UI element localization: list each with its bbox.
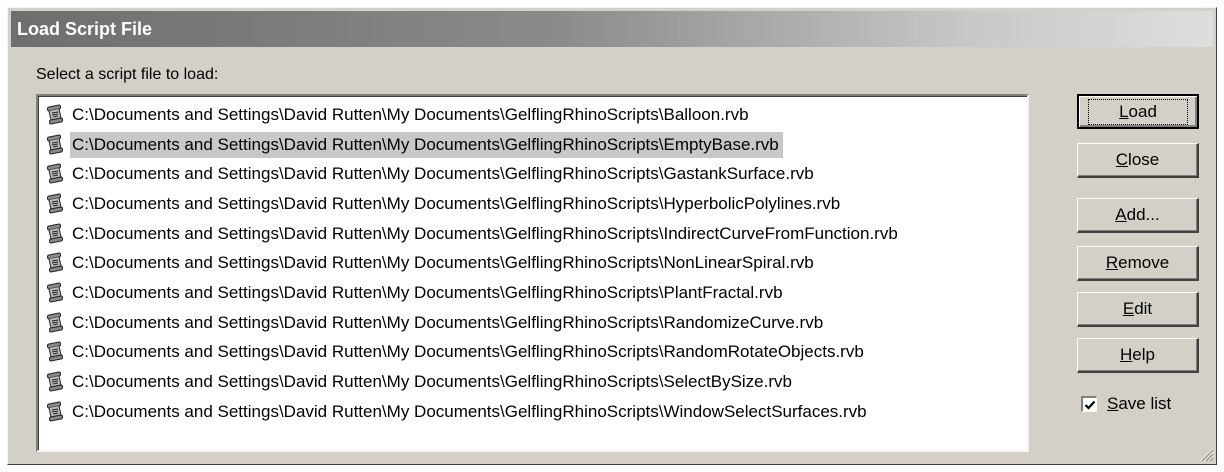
load-script-dialog: Load Script File Select a script file to… <box>7 7 1217 465</box>
list-item[interactable]: C:\Documents and Settings\David Rutten\M… <box>39 219 1027 249</box>
script-scroll-icon <box>45 401 65 423</box>
edit-mnemonic: E <box>1122 299 1135 318</box>
list-item-label: C:\Documents and Settings\David Rutten\M… <box>70 131 783 158</box>
list-item[interactable]: C:\Documents and Settings\David Rutten\M… <box>39 130 1027 160</box>
save-list-label-rest: ave list <box>1118 394 1172 413</box>
remove-label-rest: emove <box>1118 253 1170 272</box>
list-item[interactable]: C:\Documents and Settings\David Rutten\M… <box>39 338 1027 368</box>
remove-button[interactable]: Remove <box>1077 246 1199 281</box>
list-item[interactable]: C:\Documents and Settings\David Rutten\M… <box>39 367 1027 397</box>
list-item-label: C:\Documents and Settings\David Rutten\M… <box>72 223 898 243</box>
script-scroll-icon <box>45 312 65 334</box>
list-item-label: C:\Documents and Settings\David Rutten\M… <box>72 342 864 362</box>
script-scroll-icon <box>45 371 65 393</box>
help-button[interactable]: Help <box>1077 338 1199 373</box>
close-label-rest: lose <box>1128 150 1160 169</box>
dialog-title: Load Script File <box>11 11 1213 47</box>
list-item[interactable]: C:\Documents and Settings\David Rutten\M… <box>39 308 1027 338</box>
script-file-list[interactable]: C:\Documents and Settings\David Rutten\M… <box>36 94 1029 452</box>
load-mnemonic: L <box>1119 101 1129 121</box>
script-scroll-icon <box>45 163 65 185</box>
list-item-label: C:\Documents and Settings\David Rutten\M… <box>72 164 814 184</box>
list-item[interactable]: C:\Documents and Settings\David Rutten\M… <box>39 278 1027 308</box>
edit-button[interactable]: Edit <box>1077 292 1199 327</box>
save-list-checkbox-box[interactable] <box>1081 396 1097 412</box>
edit-label-rest: dit <box>1134 299 1153 318</box>
add-label-rest: dd... <box>1126 205 1160 224</box>
list-item[interactable]: C:\Documents and Settings\David Rutten\M… <box>39 248 1027 278</box>
script-scroll-icon <box>45 341 65 363</box>
list-item-label: C:\Documents and Settings\David Rutten\M… <box>72 282 783 302</box>
close-button[interactable]: Close <box>1077 143 1199 178</box>
load-label-rest: oad <box>1128 101 1157 121</box>
list-item-label: C:\Documents and Settings\David Rutten\M… <box>72 193 841 213</box>
prompt-label: Select a script file to load: <box>36 66 219 83</box>
save-list-checkbox[interactable]: Save list <box>1081 394 1171 414</box>
help-mnemonic: H <box>1120 345 1133 364</box>
load-button[interactable]: Load <box>1077 94 1199 129</box>
script-scroll-icon <box>45 223 65 245</box>
list-item-label: C:\Documents and Settings\David Rutten\M… <box>72 104 749 124</box>
list-item-label: C:\Documents and Settings\David Rutten\M… <box>72 312 824 332</box>
add-mnemonic: A <box>1115 205 1127 224</box>
add-button[interactable]: Add... <box>1077 198 1199 233</box>
list-item[interactable]: C:\Documents and Settings\David Rutten\M… <box>39 397 1027 427</box>
script-scroll-icon <box>45 193 65 215</box>
list-item[interactable]: C:\Documents and Settings\David Rutten\M… <box>39 189 1027 219</box>
script-scroll-icon <box>45 104 65 126</box>
list-item[interactable]: C:\Documents and Settings\David Rutten\M… <box>39 100 1027 130</box>
remove-mnemonic: R <box>1105 253 1119 272</box>
script-file-list-items: C:\Documents and Settings\David Rutten\M… <box>38 96 1027 450</box>
script-scroll-icon <box>45 252 65 274</box>
script-scroll-icon <box>45 134 65 156</box>
checkmark-icon <box>1084 400 1096 410</box>
list-item-label: C:\Documents and Settings\David Rutten\M… <box>72 253 814 273</box>
resize-grip-icon[interactable] <box>1200 448 1214 462</box>
script-scroll-icon <box>45 282 65 304</box>
close-mnemonic: C <box>1115 150 1129 169</box>
save-list-mnemonic: S <box>1107 394 1119 413</box>
list-item[interactable]: C:\Documents and Settings\David Rutten\M… <box>39 159 1027 189</box>
list-item-label: C:\Documents and Settings\David Rutten\M… <box>72 372 792 392</box>
help-label-rest: elp <box>1132 345 1155 364</box>
list-item-label: C:\Documents and Settings\David Rutten\M… <box>72 401 867 421</box>
save-list-label: Save list <box>1107 394 1171 414</box>
